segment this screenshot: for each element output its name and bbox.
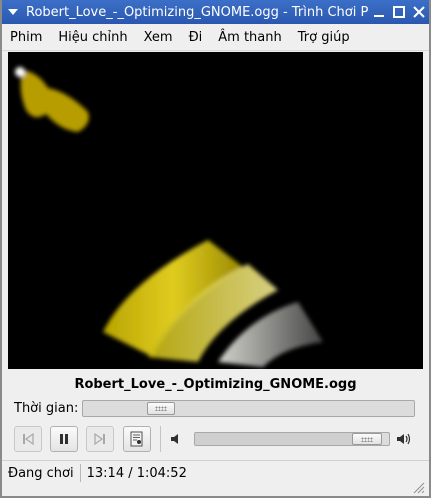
- totem-window: Robert_Love_-_Optimizing_GNOME.ogg - Trì…: [0, 0, 431, 498]
- resize-grip-icon[interactable]: [411, 480, 425, 494]
- pause-icon: [60, 434, 68, 444]
- playlist-icon: [130, 431, 143, 447]
- playback-time: 13:14 / 1:04:52: [86, 465, 187, 481]
- volume-low-icon: [171, 434, 178, 444]
- time-label: Thời gian:: [14, 401, 79, 416]
- playlist-button[interactable]: [123, 426, 151, 452]
- skip-next-icon: [94, 432, 105, 446]
- maximize-icon[interactable]: [389, 0, 409, 24]
- menu-bar: Phim Hiệu chỉnh Xem Đi Âm thanh Trợ giúp: [2, 24, 429, 51]
- seek-slider-handle[interactable]: [147, 402, 175, 415]
- video-display[interactable]: [8, 52, 423, 369]
- playback-status: Đang chơi: [8, 465, 74, 481]
- seek-slider[interactable]: [82, 400, 415, 417]
- menu-phim[interactable]: Phim: [2, 30, 50, 45]
- minimize-icon[interactable]: [369, 0, 389, 24]
- next-button[interactable]: [86, 426, 114, 452]
- menu-sound[interactable]: Âm thanh: [210, 30, 289, 45]
- volume-slider[interactable]: [194, 432, 390, 446]
- pause-button[interactable]: [50, 426, 78, 452]
- title-bar[interactable]: Robert_Love_-_Optimizing_GNOME.ogg - Trì…: [2, 0, 429, 24]
- controls-separator: [160, 426, 161, 452]
- media-filename: Robert_Love_-_Optimizing_GNOME.ogg: [74, 377, 357, 392]
- status-bar: Đang chơi 13:14 / 1:04:52: [2, 460, 429, 485]
- volume-high-icon: [397, 433, 411, 445]
- menu-help[interactable]: Trợ giúp: [290, 30, 358, 45]
- menu-go[interactable]: Đi: [181, 30, 211, 45]
- close-icon[interactable]: [409, 0, 429, 24]
- window-title: Robert_Love_-_Optimizing_GNOME.ogg - Trì…: [26, 4, 369, 20]
- menu-edit[interactable]: Hiệu chỉnh: [50, 30, 135, 45]
- menu-view[interactable]: Xem: [136, 30, 181, 45]
- window-menu-icon[interactable]: [2, 0, 24, 24]
- video-frame: [15, 67, 323, 367]
- previous-button[interactable]: [14, 426, 42, 452]
- volume-slider-handle[interactable]: [352, 433, 382, 445]
- skip-previous-icon: [23, 432, 34, 446]
- volume-slider-fill: [195, 433, 367, 445]
